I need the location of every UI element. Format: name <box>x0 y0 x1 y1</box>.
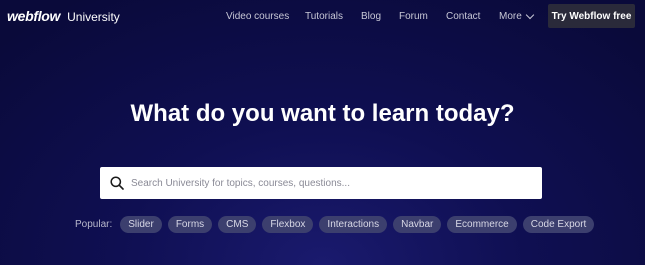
search-bar <box>100 167 542 199</box>
nav-video-courses[interactable]: Video courses <box>226 11 289 22</box>
tag-slider[interactable]: Slider <box>120 216 162 233</box>
tag-forms[interactable]: Forms <box>167 216 213 233</box>
nav-contact[interactable]: Contact <box>446 11 480 22</box>
nav-blog[interactable]: Blog <box>361 11 381 22</box>
tag-navbar[interactable]: Navbar <box>393 216 442 233</box>
search-input[interactable] <box>131 167 531 199</box>
popular-topics: Popular: Slider Forms CMS Flexbox Intera… <box>75 216 595 233</box>
tag-ecommerce[interactable]: Ecommerce <box>447 216 517 233</box>
nav-more-label: More <box>499 11 522 22</box>
page-title: What do you want to learn today? <box>130 100 515 127</box>
tag-interactions[interactable]: Interactions <box>319 216 388 233</box>
top-nav: webflow University Video courses Tutoria… <box>0 0 645 32</box>
search-icon <box>110 176 124 190</box>
chevron-down-icon <box>525 10 535 20</box>
logo-wordmark: webflow <box>7 8 61 24</box>
nav-tutorials[interactable]: Tutorials <box>305 11 343 22</box>
try-webflow-free-button[interactable]: Try Webflow free <box>548 4 635 28</box>
nav-forum[interactable]: Forum <box>399 11 428 22</box>
tag-code-export[interactable]: Code Export <box>522 216 595 233</box>
nav-more-dropdown[interactable]: More <box>499 10 535 22</box>
logo[interactable]: webflow University <box>7 8 120 24</box>
tag-flexbox[interactable]: Flexbox <box>262 216 314 233</box>
popular-label: Popular: <box>75 219 113 230</box>
logo-subtitle: University <box>67 10 120 24</box>
tag-cms[interactable]: CMS <box>218 216 257 233</box>
